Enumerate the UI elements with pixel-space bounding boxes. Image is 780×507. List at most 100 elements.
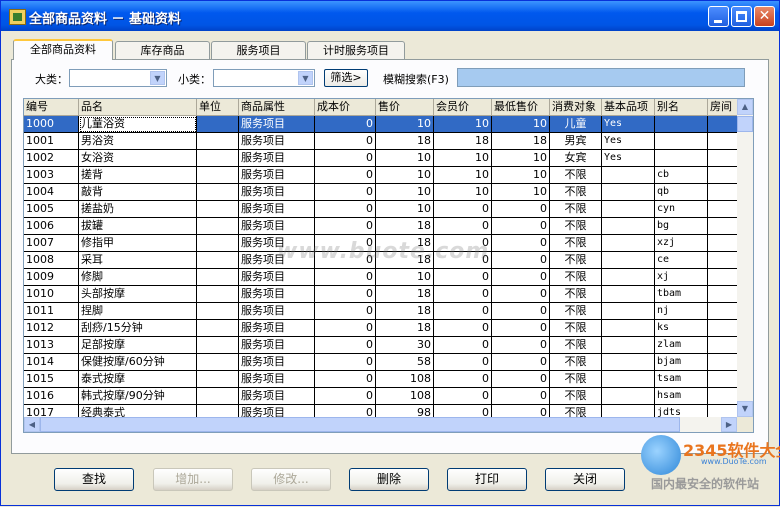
header-col-alias[interactable]: 别名 xyxy=(655,99,708,116)
cell-cost[interactable]: 0 xyxy=(315,286,376,303)
cell-name[interactable]: 搓背 xyxy=(79,167,197,184)
cell-name[interactable]: 敲背 xyxy=(79,184,197,201)
cell-price[interactable]: 10 xyxy=(376,269,434,286)
tab-stock-products[interactable]: 库存商品 xyxy=(115,41,210,59)
cell-min[interactable]: 0 xyxy=(492,320,550,337)
cell-member[interactable]: 0 xyxy=(434,337,492,354)
cell-unit[interactable] xyxy=(197,167,239,184)
cell-alias[interactable] xyxy=(655,150,708,167)
cell-basic[interactable] xyxy=(602,167,655,184)
cell-attr[interactable]: 服务项目 xyxy=(239,201,315,218)
cell-unit[interactable] xyxy=(197,269,239,286)
cell-target[interactable]: 男宾 xyxy=(550,133,602,150)
cell-target[interactable]: 不限 xyxy=(550,286,602,303)
cell-id[interactable]: 1000 xyxy=(24,116,79,133)
cell-attr[interactable]: 服务项目 xyxy=(239,116,315,133)
cell-min[interactable]: 0 xyxy=(492,218,550,235)
cell-name[interactable]: 足部按摩 xyxy=(79,337,197,354)
cell-member[interactable]: 10 xyxy=(434,150,492,167)
cell-price[interactable]: 58 xyxy=(376,354,434,371)
cell-price[interactable]: 10 xyxy=(376,201,434,218)
cell-min[interactable]: 0 xyxy=(492,388,550,405)
cell-min[interactable]: 10 xyxy=(492,167,550,184)
cell-alias[interactable] xyxy=(655,116,708,133)
cell-id[interactable]: 1001 xyxy=(24,133,79,150)
vertical-scrollbar[interactable]: ▲ ▼ xyxy=(737,99,753,417)
cell-cost[interactable]: 0 xyxy=(315,320,376,337)
header-col-id[interactable]: 编号 xyxy=(24,99,79,116)
scroll-up-icon[interactable]: ▲ xyxy=(737,99,753,115)
cell-basic[interactable] xyxy=(602,388,655,405)
cell-member[interactable]: 10 xyxy=(434,116,492,133)
cell-min[interactable]: 0 xyxy=(492,354,550,371)
cell-cost[interactable]: 0 xyxy=(315,201,376,218)
cell-id[interactable]: 1005 xyxy=(24,201,79,218)
tab-all-products[interactable]: 全部商品资料 xyxy=(13,39,113,60)
cell-member[interactable]: 0 xyxy=(434,218,492,235)
scroll-thumb-horizontal[interactable] xyxy=(40,417,680,432)
cell-min[interactable]: 0 xyxy=(492,235,550,252)
cell-target[interactable]: 不限 xyxy=(550,320,602,337)
cell-basic[interactable] xyxy=(602,320,655,337)
fuzzy-search-input[interactable] xyxy=(457,68,745,87)
close-window-button[interactable]: ✕ xyxy=(754,6,775,27)
cell-alias[interactable]: tsam xyxy=(655,371,708,388)
cell-name[interactable]: 修指甲 xyxy=(79,235,197,252)
header-col-target[interactable]: 消费对象 xyxy=(550,99,602,116)
chevron-down-icon[interactable]: ▼ xyxy=(150,71,165,85)
cell-target[interactable]: 不限 xyxy=(550,218,602,235)
cell-unit[interactable] xyxy=(197,337,239,354)
cell-name[interactable]: 捏脚 xyxy=(79,303,197,320)
print-button[interactable]: 打印 xyxy=(447,468,527,491)
cell-basic[interactable]: Yes xyxy=(602,150,655,167)
cell-basic[interactable] xyxy=(602,337,655,354)
cell-id[interactable]: 1014 xyxy=(24,354,79,371)
add-button[interactable]: 增加... xyxy=(153,468,233,491)
cell-target[interactable]: 不限 xyxy=(550,269,602,286)
cell-alias[interactable]: ce xyxy=(655,252,708,269)
cell-target[interactable]: 不限 xyxy=(550,337,602,354)
cell-min[interactable]: 0 xyxy=(492,303,550,320)
header-col-member[interactable]: 会员价 xyxy=(434,99,492,116)
cell-price[interactable]: 18 xyxy=(376,133,434,150)
cell-cost[interactable]: 0 xyxy=(315,371,376,388)
cell-min[interactable]: 0 xyxy=(492,252,550,269)
cell-name[interactable]: 韩式按摩/90分钟 xyxy=(79,388,197,405)
cell-unit[interactable] xyxy=(197,201,239,218)
header-col-cost[interactable]: 成本价 xyxy=(315,99,376,116)
cell-attr[interactable]: 服务项目 xyxy=(239,269,315,286)
cell-attr[interactable]: 服务项目 xyxy=(239,286,315,303)
cell-member[interactable]: 0 xyxy=(434,201,492,218)
cell-basic[interactable]: Yes xyxy=(602,133,655,150)
maximize-button[interactable] xyxy=(731,6,752,27)
cell-target[interactable]: 不限 xyxy=(550,235,602,252)
scroll-left-icon[interactable]: ◀ xyxy=(24,417,40,432)
cell-price[interactable]: 10 xyxy=(376,116,434,133)
cell-name[interactable]: 泰式按摩 xyxy=(79,371,197,388)
cell-id[interactable]: 1004 xyxy=(24,184,79,201)
cell-attr[interactable]: 服务项目 xyxy=(239,303,315,320)
query-button[interactable]: 查找 xyxy=(54,468,134,491)
cell-min[interactable]: 0 xyxy=(492,286,550,303)
cell-target[interactable]: 不限 xyxy=(550,167,602,184)
cell-target[interactable]: 不限 xyxy=(550,252,602,269)
cell-cost[interactable]: 0 xyxy=(315,388,376,405)
cell-id[interactable]: 1015 xyxy=(24,371,79,388)
scroll-down-icon[interactable]: ▼ xyxy=(737,401,753,417)
cell-unit[interactable] xyxy=(197,303,239,320)
cell-id[interactable]: 1010 xyxy=(24,286,79,303)
cell-basic[interactable] xyxy=(602,269,655,286)
cell-unit[interactable] xyxy=(197,133,239,150)
cell-min[interactable]: 18 xyxy=(492,133,550,150)
cell-id[interactable]: 1013 xyxy=(24,337,79,354)
cell-alias[interactable]: zlam xyxy=(655,337,708,354)
edit-button[interactable]: 修改... xyxy=(251,468,331,491)
delete-button[interactable]: 删除 xyxy=(349,468,429,491)
horizontal-scrollbar[interactable]: ◀ ▶ xyxy=(24,417,737,432)
cell-member[interactable]: 10 xyxy=(434,167,492,184)
cell-cost[interactable]: 0 xyxy=(315,167,376,184)
cell-price[interactable]: 108 xyxy=(376,371,434,388)
cell-alias[interactable]: ks xyxy=(655,320,708,337)
header-col-min[interactable]: 最低售价 xyxy=(492,99,550,116)
cell-target[interactable]: 不限 xyxy=(550,201,602,218)
